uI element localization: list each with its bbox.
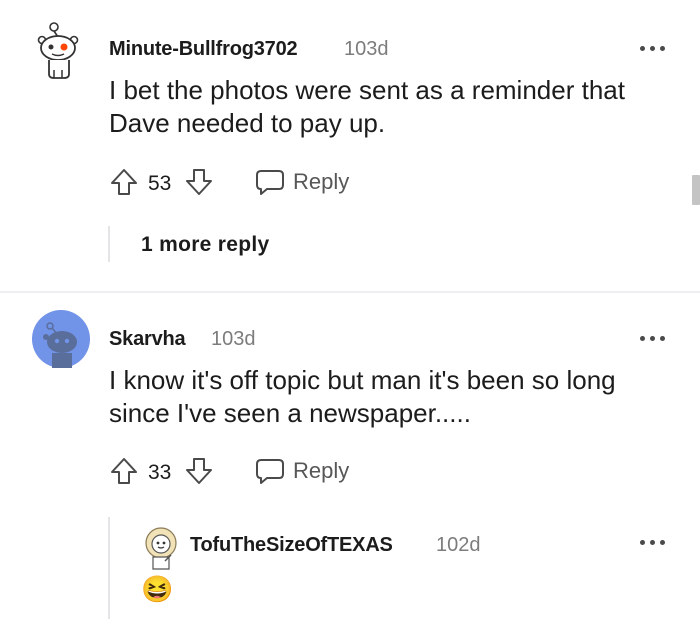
comment-body: I bet the photos were sent as a reminder… [109, 74, 625, 140]
comment-age: 103d [211, 328, 256, 350]
avatar[interactable] [141, 525, 181, 571]
snoo-lion-avatar-icon [145, 527, 177, 570]
reply-button[interactable]: Reply [255, 453, 349, 489]
downvote-icon[interactable] [184, 456, 214, 486]
username[interactable]: TofuTheSizeOfTEXAS [190, 534, 393, 557]
comment-body-line: since I've seen a newspaper..... [109, 398, 471, 428]
downvote-icon[interactable] [184, 167, 214, 197]
reply-label: Reply [293, 169, 350, 194]
avatar[interactable] [32, 310, 90, 368]
more-options-icon[interactable] [640, 539, 666, 547]
comment-divider [0, 291, 700, 293]
comment-bubble-icon [256, 459, 284, 484]
comment-bubble-icon [256, 170, 284, 195]
comment-age: 103d [344, 38, 389, 60]
snoo-blue-avatar-icon [32, 310, 90, 368]
avatar[interactable] [34, 20, 86, 82]
upvote-icon[interactable] [109, 456, 139, 486]
upvote-icon[interactable] [109, 167, 139, 197]
more-replies-link[interactable]: 1 more reply [141, 233, 270, 257]
comment-body-line: Dave needed to pay up. [109, 108, 386, 138]
emoji-reaction: 😆 [141, 574, 174, 604]
scrollbar[interactable] [692, 175, 700, 205]
username[interactable]: Minute-Bullfrog3702 [109, 38, 298, 61]
snoo-white-avatar-icon [37, 22, 79, 79]
comment-body-line: I bet the photos were sent as a reminder… [109, 75, 625, 105]
more-options-icon[interactable] [640, 45, 666, 53]
comment-age: 102d [436, 534, 481, 556]
reply-label: Reply [293, 458, 350, 483]
thread-line [108, 517, 110, 619]
thread-line [108, 226, 110, 262]
reply-button[interactable]: Reply [255, 164, 349, 200]
comment-body-line: I know it's off topic but man it's been … [109, 365, 616, 395]
vote-score: 53 [148, 172, 172, 195]
more-options-icon[interactable] [640, 335, 666, 343]
vote-score: 33 [148, 461, 172, 484]
comment-body: I know it's off topic but man it's been … [109, 364, 616, 430]
username[interactable]: Skarvha [109, 328, 186, 351]
